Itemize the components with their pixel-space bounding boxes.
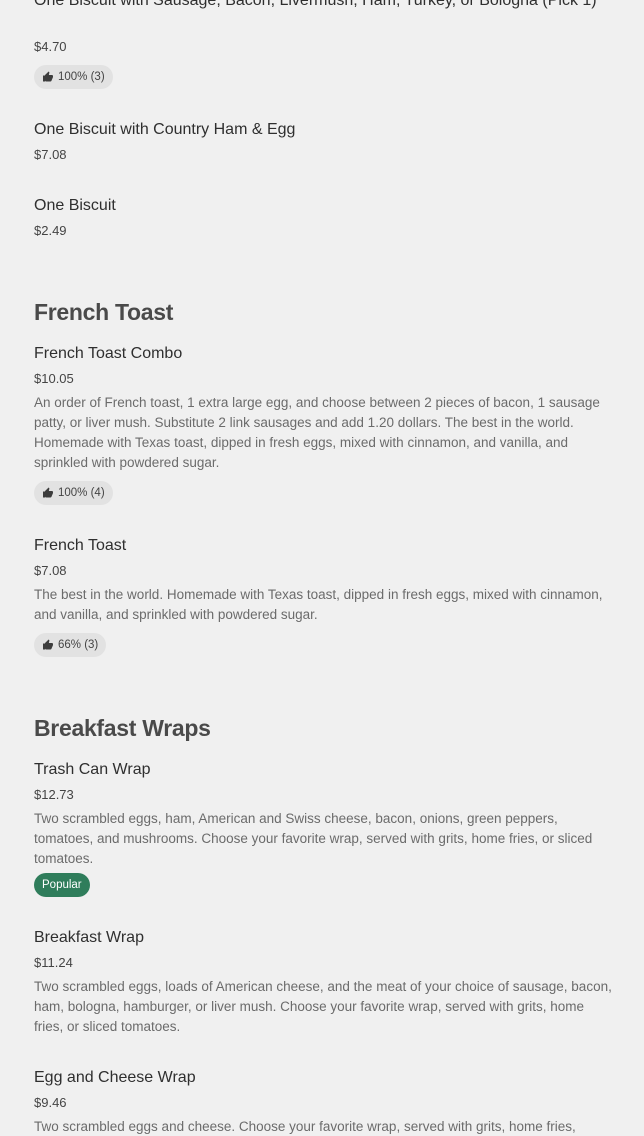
item-price: $10.05: [34, 371, 74, 386]
item-name: French Toast: [34, 537, 127, 554]
item-price: $2.49: [34, 223, 67, 238]
item-description: Two scrambled eggs, loads of American ch…: [34, 979, 612, 1034]
item-name: Trash Can Wrap: [34, 761, 151, 778]
item-name: Breakfast Wrap: [34, 929, 144, 946]
thumbs-up-icon: [42, 487, 54, 499]
menu-page: One Biscuit with Sausage, Bacon, Livermu…: [0, 0, 644, 1136]
item-name: French Toast Combo: [34, 345, 183, 362]
section-title-french-toast: French Toast: [34, 299, 174, 325]
popular-badge: Popular: [34, 873, 90, 897]
item-description: Two scrambled eggs and cheese. Choose yo…: [34, 1119, 576, 1134]
item-description: An order of French toast, 1 extra large …: [34, 395, 600, 470]
rating-pill: 66% (3): [34, 633, 107, 657]
item-price: $7.08: [34, 563, 67, 578]
section-title-breakfast-wraps: Breakfast Wraps: [34, 715, 211, 741]
rating-text: 100% (4): [58, 487, 105, 499]
item-name: One Biscuit: [34, 197, 116, 214]
item-name: One Biscuit with Country Ham & Egg: [34, 121, 296, 138]
rating-text: 66% (3): [58, 639, 99, 651]
thumbs-up-icon: [42, 71, 54, 83]
thumbs-up-icon: [42, 639, 54, 651]
item-description: The best in the world. Homemade with Tex…: [34, 587, 603, 622]
item-name: Egg and Cheese Wrap: [34, 1069, 196, 1086]
item-price: $7.08: [34, 147, 67, 162]
item-price: $9.46: [34, 1095, 67, 1110]
item-price: $11.24: [34, 955, 73, 970]
item-price: $12.73: [34, 787, 74, 802]
item-description: Two scrambled eggs, ham, American and Sw…: [34, 811, 593, 866]
rating-pill: 100% (4): [34, 481, 113, 505]
rating-pill: 100% (3): [34, 65, 113, 89]
item-price: $4.70: [34, 39, 67, 54]
rating-text: 100% (3): [58, 71, 105, 83]
item-name: One Biscuit with Sausage, Bacon, Livermu…: [34, 0, 597, 9]
